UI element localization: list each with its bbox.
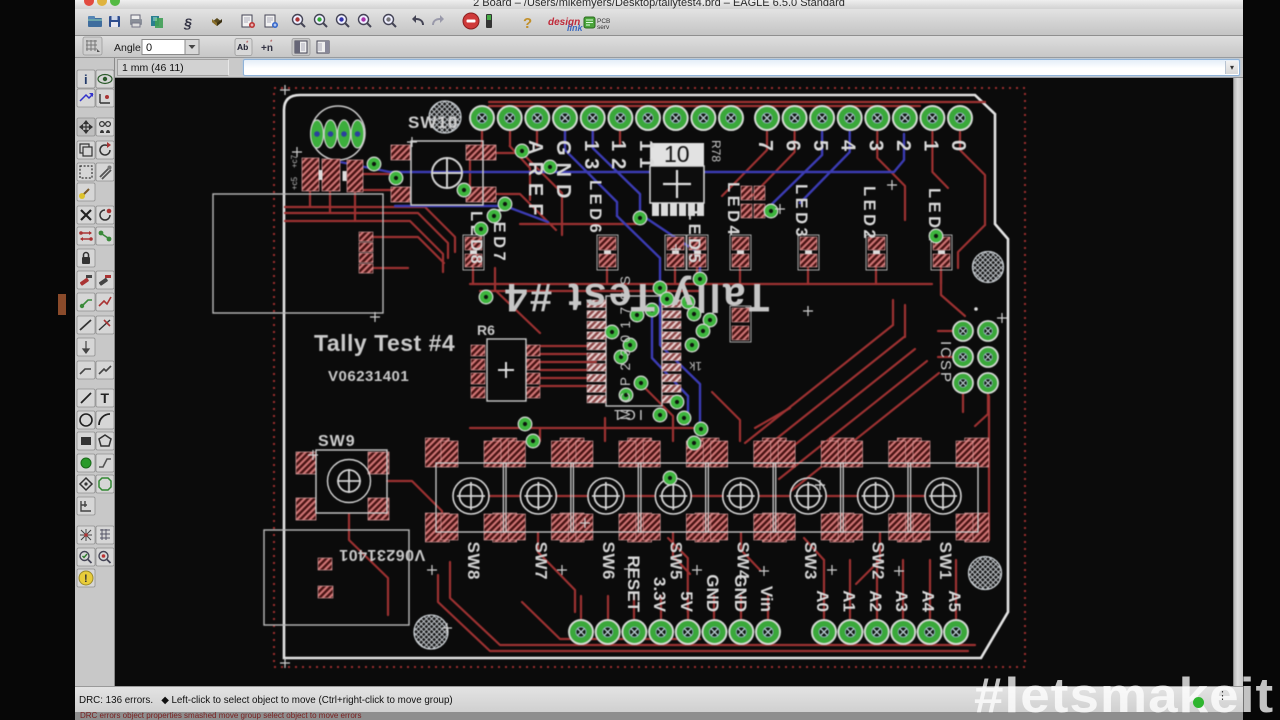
svg-text:5: 5	[809, 140, 831, 158]
svg-text:i: i	[84, 72, 88, 87]
svg-text:Vin: Vin	[757, 586, 776, 612]
svg-text:V06231401: V06231401	[328, 368, 409, 385]
svg-text:SW3: SW3	[801, 542, 820, 580]
svg-text:12: 12	[607, 140, 629, 176]
svg-text:R78: R78	[709, 140, 723, 162]
svg-text:SW10: SW10	[408, 113, 458, 132]
svg-text:RESET: RESET	[624, 555, 643, 612]
svg-text:LED5: LED5	[685, 210, 703, 266]
svg-text:V06231401: V06231401	[339, 546, 425, 563]
svg-text:GND: GND	[703, 574, 722, 612]
svg-text:LED4: LED4	[724, 182, 742, 238]
svg-text:GND: GND	[552, 140, 574, 205]
svg-text:SW7: SW7	[531, 542, 550, 580]
svg-text:!: !	[84, 573, 88, 585]
svg-text:A1: A1	[839, 590, 858, 612]
svg-text:A5: A5	[945, 590, 964, 612]
svg-text:10: 10	[664, 141, 690, 167]
svg-text:A2: A2	[866, 590, 885, 612]
svg-text:5V: 5V	[677, 591, 696, 612]
svg-text:0: 0	[146, 42, 152, 54]
svg-text:SW2: SW2	[869, 542, 888, 580]
svg-text:1: 1	[919, 140, 941, 158]
svg-text:Tally Test #4: Tally Test #4	[314, 330, 455, 356]
svg-text:6: 6	[782, 140, 804, 158]
svg-text:13: 13	[580, 140, 602, 176]
svg-text:0: 0	[947, 140, 969, 158]
svg-text:2: 2	[892, 140, 914, 158]
svg-text:+c7: +c7	[290, 154, 299, 168]
svg-text:LED6: LED6	[586, 180, 604, 236]
svg-text:Angle:: Angle:	[114, 42, 144, 54]
svg-text:SW1: SW1	[936, 542, 955, 580]
svg-text:A3: A3	[892, 590, 911, 612]
svg-text:SW9: SW9	[318, 433, 356, 450]
svg-text:T: T	[101, 390, 110, 406]
svg-text:SW6: SW6	[599, 542, 618, 580]
svg-text:IC1: IC1	[611, 406, 643, 423]
svg-text:link: link	[567, 23, 583, 33]
svg-text:A4: A4	[919, 590, 938, 612]
svg-text:4: 4	[837, 140, 859, 158]
svg-text:3.3V: 3.3V	[650, 577, 669, 613]
svg-text:1k: 1k	[688, 359, 702, 373]
svg-text:LED2: LED2	[860, 186, 878, 242]
svg-text:serv: serv	[597, 24, 610, 31]
svg-text:11: 11	[635, 140, 657, 175]
svg-text:LED8: LED8	[467, 211, 485, 267]
svg-text:?: ?	[523, 15, 532, 32]
svg-text:A0: A0	[813, 590, 832, 612]
svg-text:LED3: LED3	[792, 184, 810, 240]
svg-text:SW8: SW8	[464, 542, 483, 580]
svg-text:R6: R6	[477, 322, 495, 338]
svg-text:3: 3	[864, 140, 886, 158]
svg-text:ICSP: ICSP	[937, 341, 954, 384]
svg-text:§: §	[183, 15, 192, 31]
svg-text:SW5: SW5	[666, 542, 685, 580]
svg-text:+c5: +c5	[290, 176, 299, 190]
svg-text:Tally Test #4: Tally Test #4	[503, 275, 770, 319]
svg-text:GND: GND	[731, 574, 750, 612]
svg-text:7: 7	[754, 140, 776, 158]
